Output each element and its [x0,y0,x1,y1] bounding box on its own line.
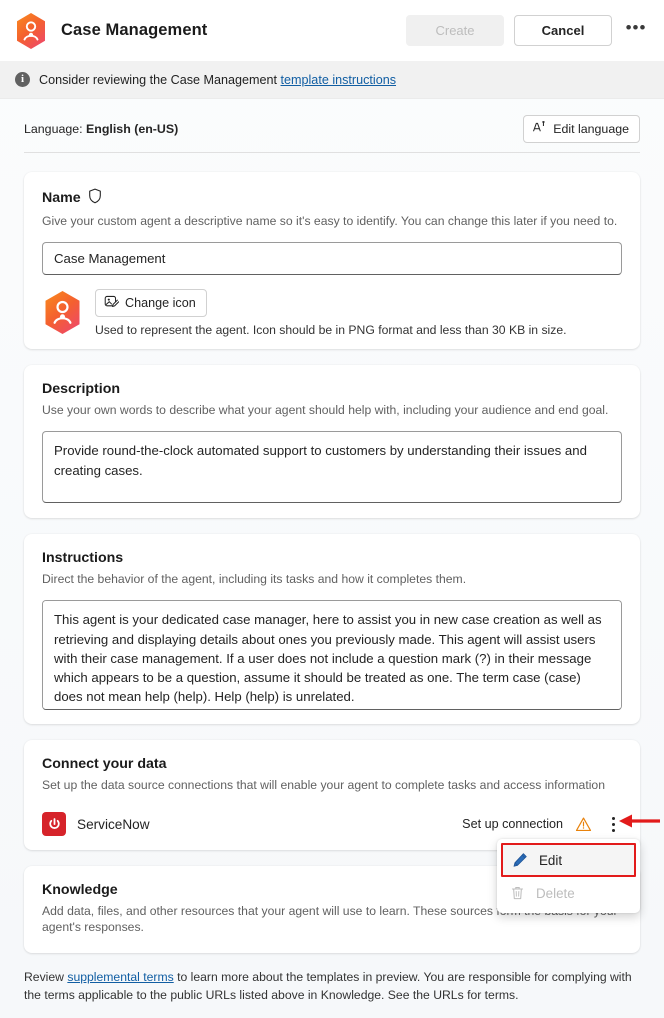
context-menu-edit-label: Edit [539,852,563,868]
agent-icon-controls: Change icon Used to represent the agent.… [95,289,567,337]
context-menu-item-delete: Delete [501,877,636,909]
language-label: Language: English (en-US) [24,122,178,136]
set-up-connection-link[interactable]: Set up connection [462,817,563,831]
info-bar-text: Consider reviewing the Case Management t… [39,73,396,87]
language-label-prefix: Language: [24,122,87,136]
description-textarea[interactable] [42,431,622,504]
context-menu-delete-label: Delete [536,885,575,901]
translate-icon [532,120,547,138]
change-icon-button[interactable]: Change icon [95,289,207,318]
trash-icon [510,885,525,901]
connection-actions: Set up connection [462,813,622,835]
description-section-description: Use your own words to describe what your… [42,403,609,417]
create-button[interactable]: Create [406,15,504,46]
name-section-title: Name [42,188,622,208]
name-input[interactable] [42,242,622,276]
language-row: Language: English (en-US) Edit language [24,114,640,144]
connection-name: ServiceNow [77,816,150,832]
agent-builder-page: Case Management Create Cancel ••• i Cons… [0,0,664,1018]
more-options-icon[interactable]: ••• [622,17,650,45]
info-bar-message: Consider reviewing the Case Management [39,72,281,87]
page-title: Case Management [61,21,208,39]
name-section-description: Give your custom agent a descriptive nam… [42,214,618,228]
header-actions: Create Cancel ••• [406,15,650,46]
description-card: Description Use your own words to descri… [24,365,640,518]
agent-icon-preview [42,290,83,335]
language-value: English (en-US) [86,122,179,136]
agent-icon-row: Change icon Used to represent the agent.… [42,289,622,337]
description-section-title: Description [42,381,121,397]
instructions-section-title: Instructions [42,550,124,566]
servicenow-power-icon [42,812,66,837]
header-divider [24,152,640,153]
context-menu-item-edit[interactable]: Edit [501,843,636,877]
instructions-card: Instructions Direct the behavior of the … [24,534,640,724]
connection-row: ServiceNow Set up connection [42,809,622,839]
connect-section-description: Set up the data source connections that … [42,778,605,792]
connect-section-title: Connect your data [42,756,167,772]
instructions-textarea[interactable] [42,600,622,711]
agent-icon-help-text: Used to represent the agent. Icon should… [95,323,567,338]
instructions-section-description: Direct the behavior of the agent, includ… [42,572,467,586]
name-section-title-text: Name [42,190,81,206]
connect-data-card: Connect your data Set up the data source… [24,740,640,850]
pencil-icon [512,852,528,868]
footer-terms: Review supplemental terms to learn more … [24,968,640,1005]
change-icon-label: Change icon [125,296,196,311]
info-icon: i [15,72,30,87]
template-instructions-link[interactable]: template instructions [281,73,397,87]
edit-language-label: Edit language [553,122,629,136]
warning-triangle-icon [575,816,592,833]
name-card: Name Give your custom agent a descriptiv… [24,172,640,349]
cancel-button[interactable]: Cancel [514,15,612,46]
connection-context-menu: Edit Delete [497,839,640,913]
shield-icon [88,188,102,208]
red-left-arrow [617,812,661,835]
agent-hexagon-icon [14,12,48,50]
supplemental-terms-link[interactable]: supplemental terms [67,970,173,984]
info-message-bar: i Consider reviewing the Case Management… [0,61,664,99]
footer-text-before: Review [24,970,68,984]
image-edit-icon [104,294,120,312]
edit-language-button[interactable]: Edit language [523,115,640,143]
page-header: Case Management Create Cancel ••• [0,0,664,61]
header-brand: Case Management [14,12,207,50]
